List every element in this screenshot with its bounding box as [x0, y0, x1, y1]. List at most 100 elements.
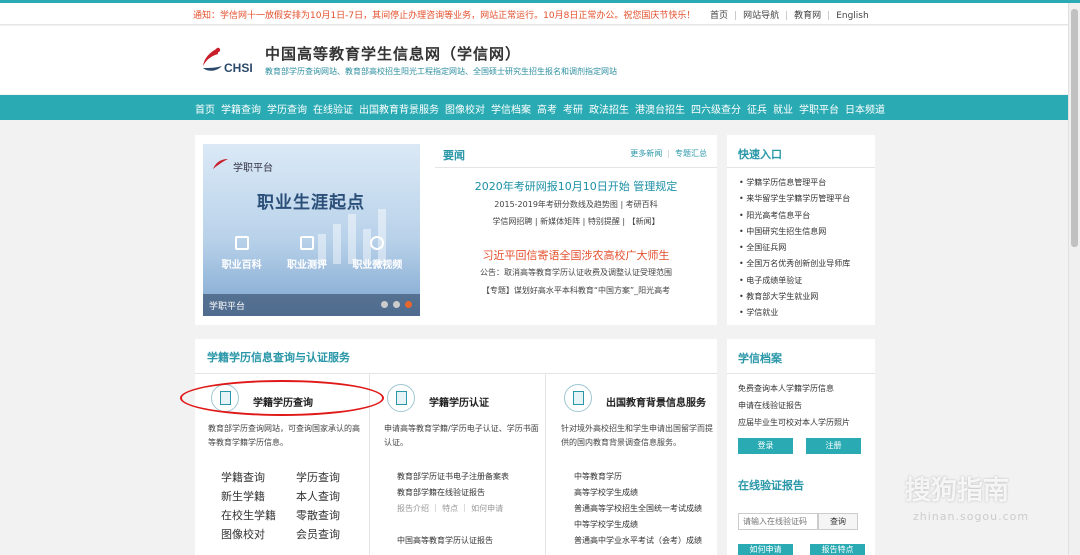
quick-entry-item[interactable]: • 电子成绩单验证 [739, 273, 850, 289]
verify-heading: 在线验证报告 [738, 479, 804, 492]
banner-footer: 学职平台 [203, 294, 420, 316]
site-subtitle: 教育部学历查询网站、教育部高校招生阳光工程指定网站、全国硕士研究生招生报名和调剂… [265, 67, 617, 76]
archive-line-2: 申请在线验证报告 [738, 401, 802, 410]
archive-heading: 学信档案 [738, 352, 782, 365]
more-news-link[interactable]: 更多新闻 [630, 149, 662, 158]
site-title: 中国高等教育学生信息网（学信网） [265, 45, 522, 63]
carousel-dot[interactable] [381, 301, 388, 308]
nav-item[interactable]: 学职平台 [799, 101, 839, 116]
banner-cell-encyclopedia[interactable]: 职业百科 [222, 236, 262, 271]
nav-item[interactable]: 学信档案 [491, 101, 531, 116]
service-desc-certify: 申请高等教育学籍/学历电子认证、学历书面认证。 [384, 424, 539, 447]
nav-item[interactable]: 政法招生 [589, 101, 629, 116]
nav-item[interactable]: 就业 [773, 101, 793, 116]
top-link-home[interactable]: 首页 [710, 11, 728, 21]
nav-item[interactable]: 考研 [563, 101, 583, 116]
quick-entry-label: 来华留学生学籍学历管理平台 [746, 194, 851, 204]
nav-item[interactable]: 在线验证 [313, 101, 353, 116]
scrollbar-thumb[interactable] [1071, 9, 1078, 247]
register-button[interactable]: 注册 [806, 438, 861, 454]
news-sub-1b[interactable]: 学信网招聘 | 新媒体矩阵 | 特别提醒 | 【新闻】 [435, 216, 717, 227]
divider [727, 373, 875, 374]
link-self-query[interactable]: 本人查询 [296, 488, 356, 504]
quick-heading: 快速入口 [738, 148, 782, 161]
carousel-dot[interactable] [393, 301, 400, 308]
login-button[interactable]: 登录 [738, 438, 793, 454]
notice-bar: 通知：学信网十一放假安排为10月1日-7日，其间停止办理咨询等业务，网站正常运行… [0, 3, 1080, 25]
service-title-abroad[interactable]: 出国教育背景信息服务 [606, 394, 706, 409]
sogou-watermark: 搜狗指南 zhinan.sogou.com [905, 470, 1065, 540]
quick-entry-item[interactable]: • 学籍学历信息管理平台 [739, 175, 850, 191]
link-online-verify[interactable]: 教育部学籍在线验证报告 [397, 485, 509, 501]
chsi-logo[interactable]: CHSI [200, 46, 258, 80]
banner-cell-assessment[interactable]: 职业测评 [287, 236, 327, 271]
link-degree-query[interactable]: 学历查询 [296, 469, 356, 485]
news-panel: 学职平台 职业生涯起点 职业百科 职业测评 职业微视频 学职平台 要闻 更多新闻… [195, 135, 717, 325]
link-in-school[interactable]: 在校生学籍 [221, 507, 296, 523]
nav-item[interactable]: 学历查询 [267, 101, 307, 116]
link-image-check[interactable]: 图像校对 [221, 526, 296, 542]
site-header: CHSI 中国高等教育学生信息网（学信网） 教育部学历查询网站、教育部高校招生阳… [0, 26, 1080, 94]
nav-item[interactable]: 四六级查分 [691, 101, 741, 116]
nav-item[interactable]: 学籍查询 [221, 101, 261, 116]
link-secondary-scores[interactable]: 中等学校学生成绩 [574, 517, 702, 533]
topics-link[interactable]: 专题汇总 [675, 149, 707, 158]
quick-entry-item[interactable]: • 来华留学生学籍学历管理平台 [739, 191, 850, 207]
divider [727, 167, 875, 168]
news-heading: 要闻 [443, 149, 465, 162]
career-banner[interactable]: 学职平台 职业生涯起点 职业百科 职业测评 职业微视频 学职平台 [203, 144, 420, 316]
quick-entry-label: 电子成绩单验证 [746, 275, 803, 285]
nav-item[interactable]: 高考 [537, 101, 557, 116]
link-huikao-scores[interactable]: 普通高中学业水平考试（会考）成绩 [574, 533, 702, 549]
quick-entry-label: 学信就业 [746, 308, 779, 318]
link-member-query[interactable]: 会员查询 [296, 526, 356, 542]
quick-entry-item[interactable]: • 中国研究生招生信息网 [739, 224, 850, 240]
service-title-certify[interactable]: 学籍学历认证 [429, 394, 489, 409]
globe-document-icon [564, 384, 592, 412]
verify-code-input[interactable] [738, 513, 818, 530]
abroad-links: 中等教育学历 高等学校学生成绩 普通高等学校招生全国统一考试成绩 中等学校学生成… [574, 469, 702, 549]
report-features-button[interactable]: 报告特点 [810, 544, 865, 555]
banner-logo-icon [213, 159, 228, 169]
top-link-sitemap[interactable]: 网站导航 [743, 11, 779, 21]
banner-cell-video[interactable]: 职业微视频 [352, 236, 402, 271]
headline-2[interactable]: 习近平回信寄语全国涉农高校广大师生 [435, 247, 717, 263]
link-report-intro[interactable]: 报告介绍 ｜ 特点 ｜ 如何申请 [397, 501, 509, 517]
divider [435, 167, 717, 168]
verify-query-button[interactable]: 查询 [818, 513, 858, 530]
nav-item[interactable]: 图像校对 [445, 101, 485, 116]
link-single-query[interactable]: 零散查询 [296, 507, 356, 523]
apply-button[interactable]: 如何申请 [738, 544, 793, 555]
nav-item[interactable]: 征兵 [747, 101, 767, 116]
quick-entry-item[interactable]: • 全国万名优秀创新创业导师库 [739, 256, 850, 272]
link-gaokao-scores[interactable]: 普通高等学校招生全国统一考试成绩 [574, 501, 702, 517]
link-enrollment-query[interactable]: 学籍查询 [221, 469, 296, 485]
quick-entry-item[interactable]: • 全国征兵网 [739, 240, 850, 256]
nav-item[interactable]: 首页 [195, 101, 215, 116]
quick-entry-item[interactable]: • 学信就业 [739, 305, 850, 321]
carousel-dot-active[interactable] [405, 301, 412, 308]
archive-line-3: 应届毕业生可校对本人学历照片 [738, 418, 850, 427]
quick-entry-item[interactable]: • 阳光高考信息平台 [739, 208, 850, 224]
news-sub-2[interactable]: 公告：取消高等教育学历认证收费及调整认证受理范围 [435, 267, 717, 278]
link-higher-scores[interactable]: 高等学校学生成绩 [574, 485, 702, 501]
service-col-certify: 学籍学历认证 申请高等教育学籍/学历电子认证、学历书面认证。 教育部学历证书电子… [371, 374, 546, 555]
nav-item[interactable]: 日本频道 [845, 101, 885, 116]
nav-item[interactable]: 港澳台招生 [635, 101, 685, 116]
link-registration-form[interactable]: 教育部学历证书电子注册备案表 [397, 469, 509, 485]
page-scrollbar[interactable] [1068, 3, 1080, 555]
news-sub-1[interactable]: 2015-2019年考研分数线及趋势图 | 考研百科 [435, 199, 717, 210]
quick-entry-label: 学籍学历信息管理平台 [746, 178, 827, 187]
headline-1[interactable]: 2020年考研网报10月10日开始 管理规定 [435, 178, 717, 194]
quick-entry-item[interactable]: • 教育部大学生就业网 [739, 289, 850, 305]
news-sub-2b[interactable]: 【专题】谋划好高水平本科教育“中国方案”_阳光高考 [435, 285, 717, 296]
link-new-students[interactable]: 新生学籍 [221, 488, 296, 504]
certificate-icon [387, 384, 415, 412]
logo-bird-icon [203, 47, 222, 71]
top-link-english[interactable]: English [836, 11, 869, 21]
top-link-edu[interactable]: 教育网 [794, 11, 821, 21]
link-certification-report[interactable]: 中国高等教育学历认证报告 [397, 533, 509, 549]
link-secondary-edu[interactable]: 中等教育学历 [574, 469, 702, 485]
news-more-links: 更多新闻 | 专题汇总 [630, 149, 707, 158]
nav-item[interactable]: 出国教育背景服务 [359, 101, 439, 116]
